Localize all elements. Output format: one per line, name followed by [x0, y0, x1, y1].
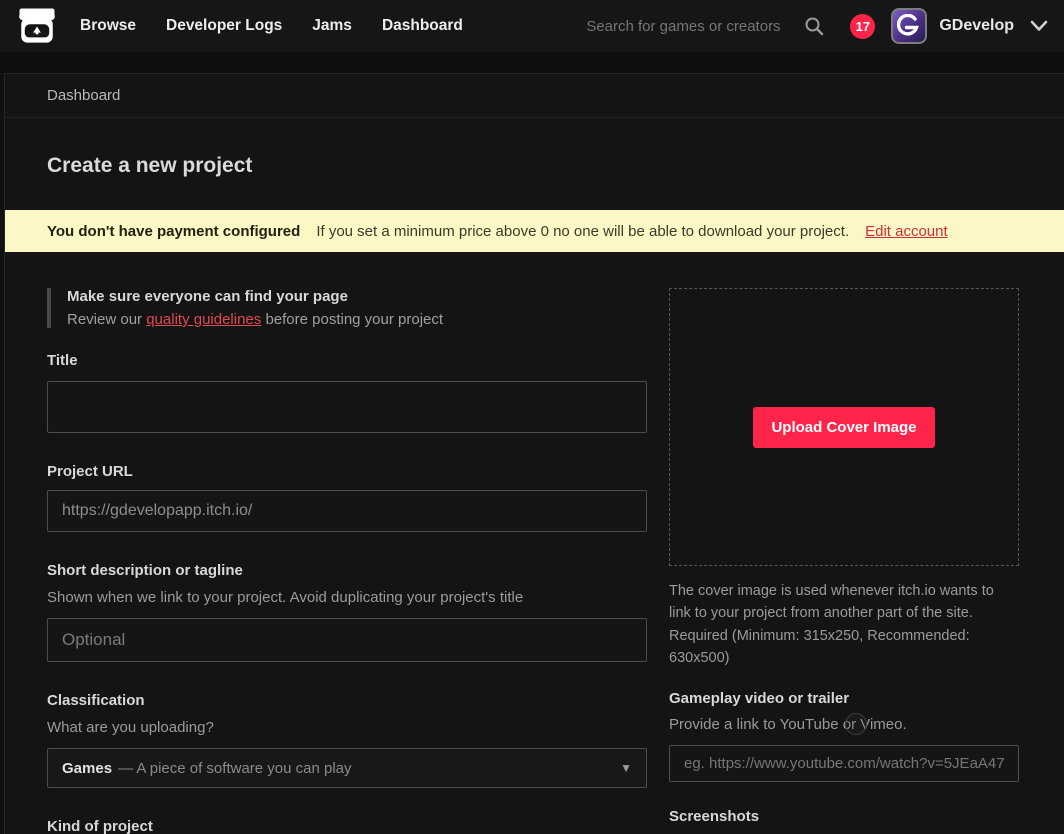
- classification-selected-value: Games: [62, 760, 112, 777]
- project-form: Make sure everyone can find your page Re…: [5, 252, 1064, 834]
- quality-help-pre: Review our: [67, 311, 146, 328]
- chevron-down-icon[interactable]: [1030, 20, 1048, 32]
- classification-help: What are you uploading?: [47, 719, 647, 736]
- nav-item-browse[interactable]: Browse: [80, 17, 136, 35]
- short-description-input[interactable]: [47, 618, 647, 662]
- gameplay-video-input[interactable]: [669, 745, 1019, 782]
- search-input[interactable]: [586, 18, 804, 35]
- cover-image-dropzone[interactable]: Upload Cover Image: [669, 288, 1019, 566]
- gameplay-video-help-text: Provide a link to YouTube or Vimeo.: [669, 716, 907, 733]
- quality-notice: Make sure everyone can find your page Re…: [47, 288, 647, 328]
- short-description-label: Short description or tagline: [47, 562, 647, 579]
- select-caret-icon: ▼: [620, 761, 632, 775]
- project-url-label: Project URL: [47, 463, 647, 480]
- kind-of-project-label: Kind of project: [47, 818, 647, 834]
- payment-warning-banner: You don't have payment configured If you…: [5, 210, 1064, 252]
- nav-item-jams[interactable]: Jams: [312, 17, 352, 35]
- itchio-logo-icon: [16, 6, 58, 46]
- page-title: Create a new project: [47, 154, 1064, 178]
- form-right-column: Upload Cover Image The cover image is us…: [669, 288, 1019, 834]
- quality-help-post: before posting your project: [261, 311, 443, 328]
- quality-notice-help: Review our quality guidelines before pos…: [67, 311, 647, 328]
- quality-guidelines-link[interactable]: quality guidelines: [146, 311, 261, 328]
- banner-text: If you set a minimum price above 0 no on…: [316, 223, 849, 240]
- form-left-column: Make sure everyone can find your page Re…: [47, 288, 647, 834]
- title-field-group: Title: [47, 352, 647, 433]
- gameplay-video-label: Gameplay video or trailer: [669, 690, 1019, 707]
- classification-select[interactable]: Games — A piece of software you can play…: [47, 748, 647, 788]
- classification-field-group: Classification What are you uploading? G…: [47, 692, 647, 788]
- page-header: Create a new project: [5, 118, 1064, 210]
- project-url-field-group: Project URL: [47, 463, 647, 532]
- breadcrumb[interactable]: Dashboard: [47, 87, 120, 104]
- dashboard-panel: Dashboard Create a new project You don't…: [4, 73, 1064, 834]
- cover-image-help: The cover image is used whenever itch.io…: [669, 580, 1019, 670]
- breadcrumb-row: Dashboard: [5, 74, 1064, 118]
- banner-bold-text: You don't have payment configured: [47, 223, 300, 240]
- itchio-logo[interactable]: [16, 6, 58, 46]
- notification-badge[interactable]: 17: [850, 14, 875, 39]
- quality-notice-title: Make sure everyone can find your page: [67, 288, 647, 305]
- short-description-help: Shown when we link to your project. Avoi…: [47, 589, 647, 606]
- page-gap: [0, 52, 1064, 73]
- title-input[interactable]: [47, 381, 647, 433]
- user-avatar[interactable]: [891, 8, 927, 44]
- project-url-input[interactable]: [47, 490, 647, 532]
- nav-item-developer-logs[interactable]: Developer Logs: [166, 17, 282, 35]
- classification-label: Classification: [47, 692, 647, 709]
- gameplay-video-help: Provide a link to YouTube or Vimeo.: [669, 716, 1019, 733]
- gdevelop-logo-icon: [897, 14, 921, 38]
- navbar-right: 17 GDevelop: [586, 8, 1048, 44]
- short-description-field-group: Short description or tagline Shown when …: [47, 562, 647, 662]
- username[interactable]: GDevelop: [939, 17, 1014, 35]
- upload-cover-image-button[interactable]: Upload Cover Image: [753, 407, 934, 448]
- nav-item-dashboard[interactable]: Dashboard: [382, 17, 463, 35]
- screenshots-label: Screenshots: [669, 808, 1019, 825]
- top-navbar: Browse Developer Logs Jams Dashboard 17 …: [0, 0, 1064, 52]
- search-icon[interactable]: [804, 16, 824, 36]
- edit-account-link[interactable]: Edit account: [865, 223, 948, 240]
- classification-selected-desc: — A piece of software you can play: [118, 760, 610, 777]
- title-label: Title: [47, 352, 647, 369]
